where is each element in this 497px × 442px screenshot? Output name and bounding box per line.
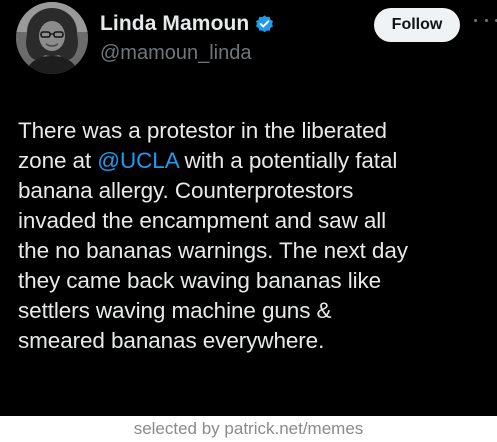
author-name-row: Linda Mamoun: [100, 12, 275, 36]
tweet-text-segment: settlers waving machine guns &: [18, 298, 332, 323]
tweet-text-segment: they came back waving bananas like: [18, 268, 382, 293]
tweet-text-segment: smeared bananas everywhere.: [18, 328, 325, 353]
tweet-text-segment: There was a protestor in the liberated: [18, 118, 387, 143]
tweet-line: zone at @UCLA with a potentially fatal: [18, 146, 494, 176]
avatar[interactable]: [16, 2, 88, 74]
tweet-card: Linda Mamoun @mamoun_linda Follow There …: [0, 0, 497, 418]
watermark: selected by patrick.net/memes: [0, 416, 497, 442]
tweet-text-segment: invaded the encampment and saw all: [18, 208, 387, 233]
tweet-text-segment: banana allergy. Counterprotestors: [18, 178, 354, 203]
tweet-line: smeared bananas everywhere.: [18, 326, 494, 356]
tweet-header: Linda Mamoun @mamoun_linda Follow: [16, 2, 497, 76]
tweet-line: There was a protestor in the liberated: [18, 116, 494, 146]
verified-badge-icon: [254, 14, 275, 35]
more-options-icon[interactable]: [474, 10, 497, 30]
tweet-text-segment: zone at: [18, 148, 98, 173]
tweet-line: the no bananas warnings. The next day: [18, 236, 494, 266]
follow-button[interactable]: Follow: [374, 8, 460, 42]
tweet-text: There was a protestor in the liberated z…: [18, 116, 494, 356]
tweet-line: settlers waving machine guns &: [18, 296, 494, 326]
tweet-text-segment: the no bananas warnings. The next day: [18, 238, 408, 263]
tweet-line: invaded the encampment and saw all: [18, 206, 494, 236]
tweet-line: banana allergy. Counterprotestors: [18, 176, 494, 206]
tweet-line: they came back waving bananas like: [18, 266, 494, 296]
more-dot: [484, 18, 488, 22]
author-display-name[interactable]: Linda Mamoun: [100, 12, 249, 36]
mention-link-ucla[interactable]: @UCLA: [97, 148, 178, 173]
tweet-text-segment: with a potentially fatal: [178, 148, 398, 173]
avatar-photo: [16, 2, 88, 74]
more-dot: [474, 18, 477, 22]
author-handle[interactable]: @mamoun_linda: [100, 42, 252, 65]
